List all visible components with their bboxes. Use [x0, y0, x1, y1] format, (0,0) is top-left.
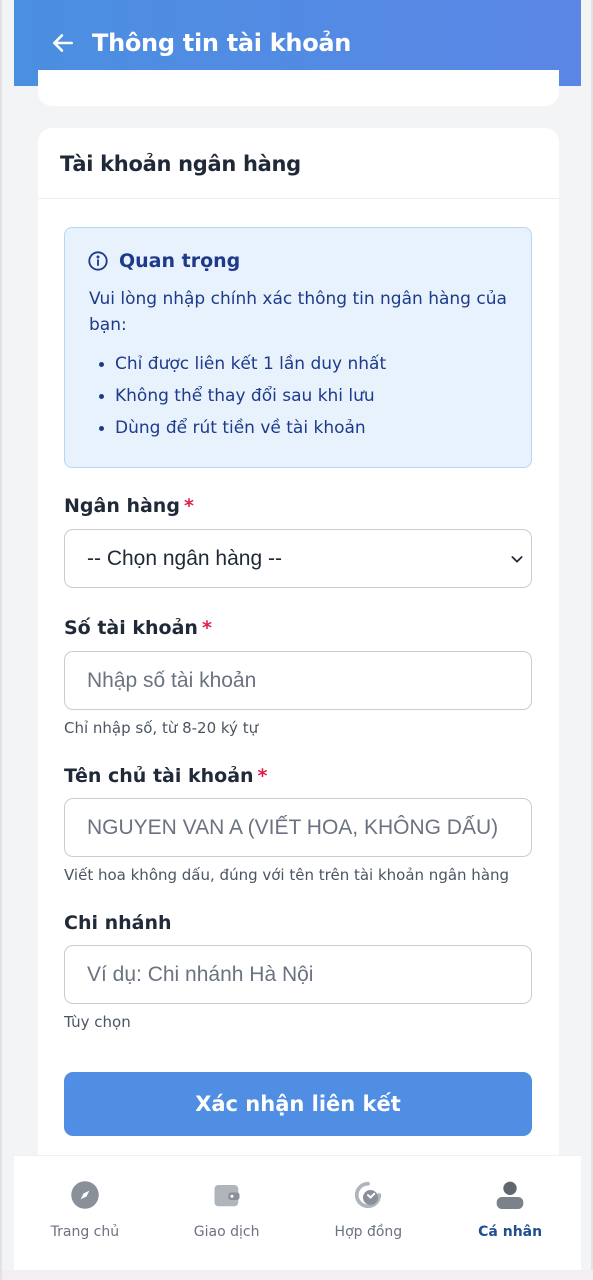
wallet-icon [214, 1185, 240, 1207]
user-icon [496, 1181, 524, 1209]
required-mark: * [257, 765, 268, 787]
previous-card [38, 70, 559, 106]
card-title: Tài khoản ngân hàng [60, 152, 301, 176]
branch-placeholder: Ví dụ: Chi nhánh Hà Nội [87, 962, 314, 986]
nav-item-profile[interactable]: Cá nhân [439, 1156, 581, 1270]
bank-label: Ngân hàng * [64, 495, 194, 517]
nav-label: Giao dịch [193, 1224, 260, 1240]
notice-item: Chỉ được liên kết 1 lần duy nhất [89, 348, 386, 380]
account-number-input[interactable]: Nhập số tài khoản [64, 651, 532, 710]
account-number-hint: Chỉ nhập số, từ 8-20 ký tự [64, 719, 259, 737]
card-divider [38, 198, 559, 199]
info-circle-icon [88, 251, 108, 271]
branch-input[interactable]: Ví dụ: Chi nhánh Hà Nội [64, 945, 532, 1004]
required-mark: * [183, 495, 194, 517]
page-title: Thông tin tài khoản [92, 29, 352, 57]
branch-label: Chi nhánh [64, 912, 172, 934]
app-frame: Thông tin tài khoản Tài khoản ngân hàng … [0, 0, 593, 1280]
back-button[interactable] [38, 18, 88, 68]
account-name-placeholder: NGUYEN VAN A (VIẾT HOA, KHÔNG DẤU) [87, 815, 499, 839]
bottom-navigation: Trang chủ Giao dịch Hợp đồng Cá nhân [14, 1155, 581, 1270]
account-name-input[interactable]: NGUYEN VAN A (VIẾT HOA, KHÔNG DẤU) [64, 798, 532, 857]
account-number-placeholder: Nhập số tài khoản [87, 668, 257, 692]
nav-item-transactions[interactable]: Giao dịch [156, 1156, 298, 1270]
compass-icon [71, 1181, 99, 1209]
chevron-down-icon [511, 555, 523, 563]
account-number-label: Số tài khoản * [64, 617, 212, 639]
notice-item: Dùng để rút tiền về tài khoản [89, 412, 386, 444]
notice-list: Chỉ được liên kết 1 lần duy nhất Không t… [89, 348, 386, 444]
nav-item-home[interactable]: Trang chủ [14, 1156, 156, 1270]
important-notice: Quan trọng Vui lòng nhập chính xác thông… [64, 227, 532, 468]
bank-select-value: -- Chọn ngân hàng -- [87, 546, 282, 570]
notice-title: Quan trọng [119, 250, 241, 272]
bank-account-card: Tài khoản ngân hàng Quan trọng Vui lòng … [38, 128, 559, 1188]
bank-select[interactable]: -- Chọn ngân hàng -- [64, 529, 532, 588]
account-name-label: Tên chủ tài khoản * [64, 765, 268, 787]
nav-label: Trang chủ [50, 1224, 120, 1240]
nav-item-contracts[interactable]: Hợp đồng [298, 1156, 440, 1270]
branch-hint: Tùy chọn [64, 1013, 131, 1031]
nav-label: Hợp đồng [334, 1224, 403, 1240]
refresh-icon [355, 1181, 382, 1209]
bottom-strip [2, 1270, 593, 1280]
required-mark: * [201, 617, 212, 639]
notice-item: Không thể thay đổi sau khi lưu [89, 380, 386, 412]
arrow-left-icon [53, 34, 73, 52]
nav-label: Cá nhân [478, 1224, 543, 1240]
account-name-hint: Viết hoa không dấu, đúng với tên trên tà… [64, 866, 510, 884]
confirm-link-button[interactable]: Xác nhận liên kết [64, 1072, 532, 1136]
notice-description: Vui lòng nhập chính xác thông tin ngân h… [89, 289, 507, 335]
notice-header: Quan trọng [87, 250, 240, 272]
